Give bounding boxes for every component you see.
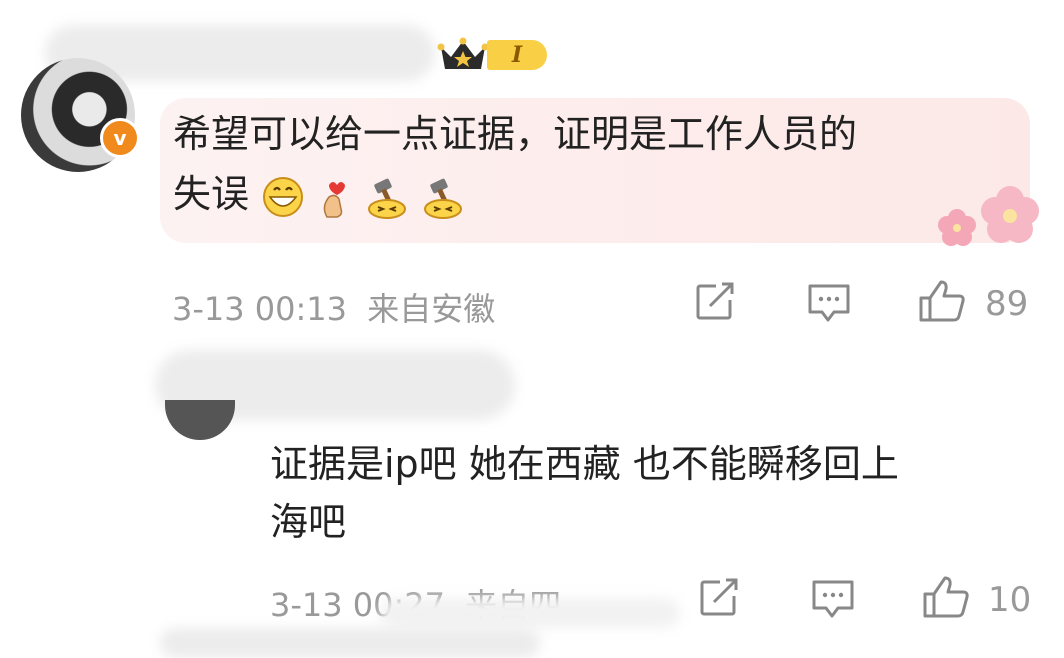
comment-text-line2: 失误	[173, 166, 465, 222]
like-icon[interactable]	[921, 574, 971, 620]
crown-icon	[437, 37, 489, 69]
flower-decoration-icon	[938, 186, 1039, 246]
reply-text-line2: 海吧	[270, 500, 347, 544]
comment-text-line1: 希望可以给一点证据，证明是工作人员的	[173, 112, 858, 156]
hammer-emoji-icon	[368, 178, 407, 219]
like-count: 89	[985, 284, 1029, 324]
share-icon[interactable]	[698, 578, 742, 618]
verified-badge-icon: v	[100, 118, 140, 158]
finger-heart-emoji-icon	[323, 181, 346, 218]
comment-meta: 3-13 00:13 来自安徽	[172, 284, 495, 330]
reply-text-line1: 证据是ip吧 她在西藏 也不能瞬移回上	[270, 442, 899, 486]
avatar[interactable]	[165, 400, 235, 440]
comment-icon[interactable]	[806, 282, 852, 324]
like-icon[interactable]	[917, 278, 967, 324]
hammer-emoji-icon	[424, 178, 463, 219]
like-count: 10	[988, 580, 1032, 620]
comment-time: 3-13 00:13	[172, 290, 348, 328]
watermark-redacted	[380, 598, 680, 628]
comment-location: 来自安徽	[367, 290, 496, 328]
comment-icon[interactable]	[810, 578, 856, 620]
level-badge: I	[487, 40, 547, 70]
grin-emoji-icon	[263, 176, 304, 217]
share-icon[interactable]	[694, 282, 738, 322]
next-comment-redacted	[160, 628, 540, 658]
comment-text: 失误	[173, 172, 250, 216]
